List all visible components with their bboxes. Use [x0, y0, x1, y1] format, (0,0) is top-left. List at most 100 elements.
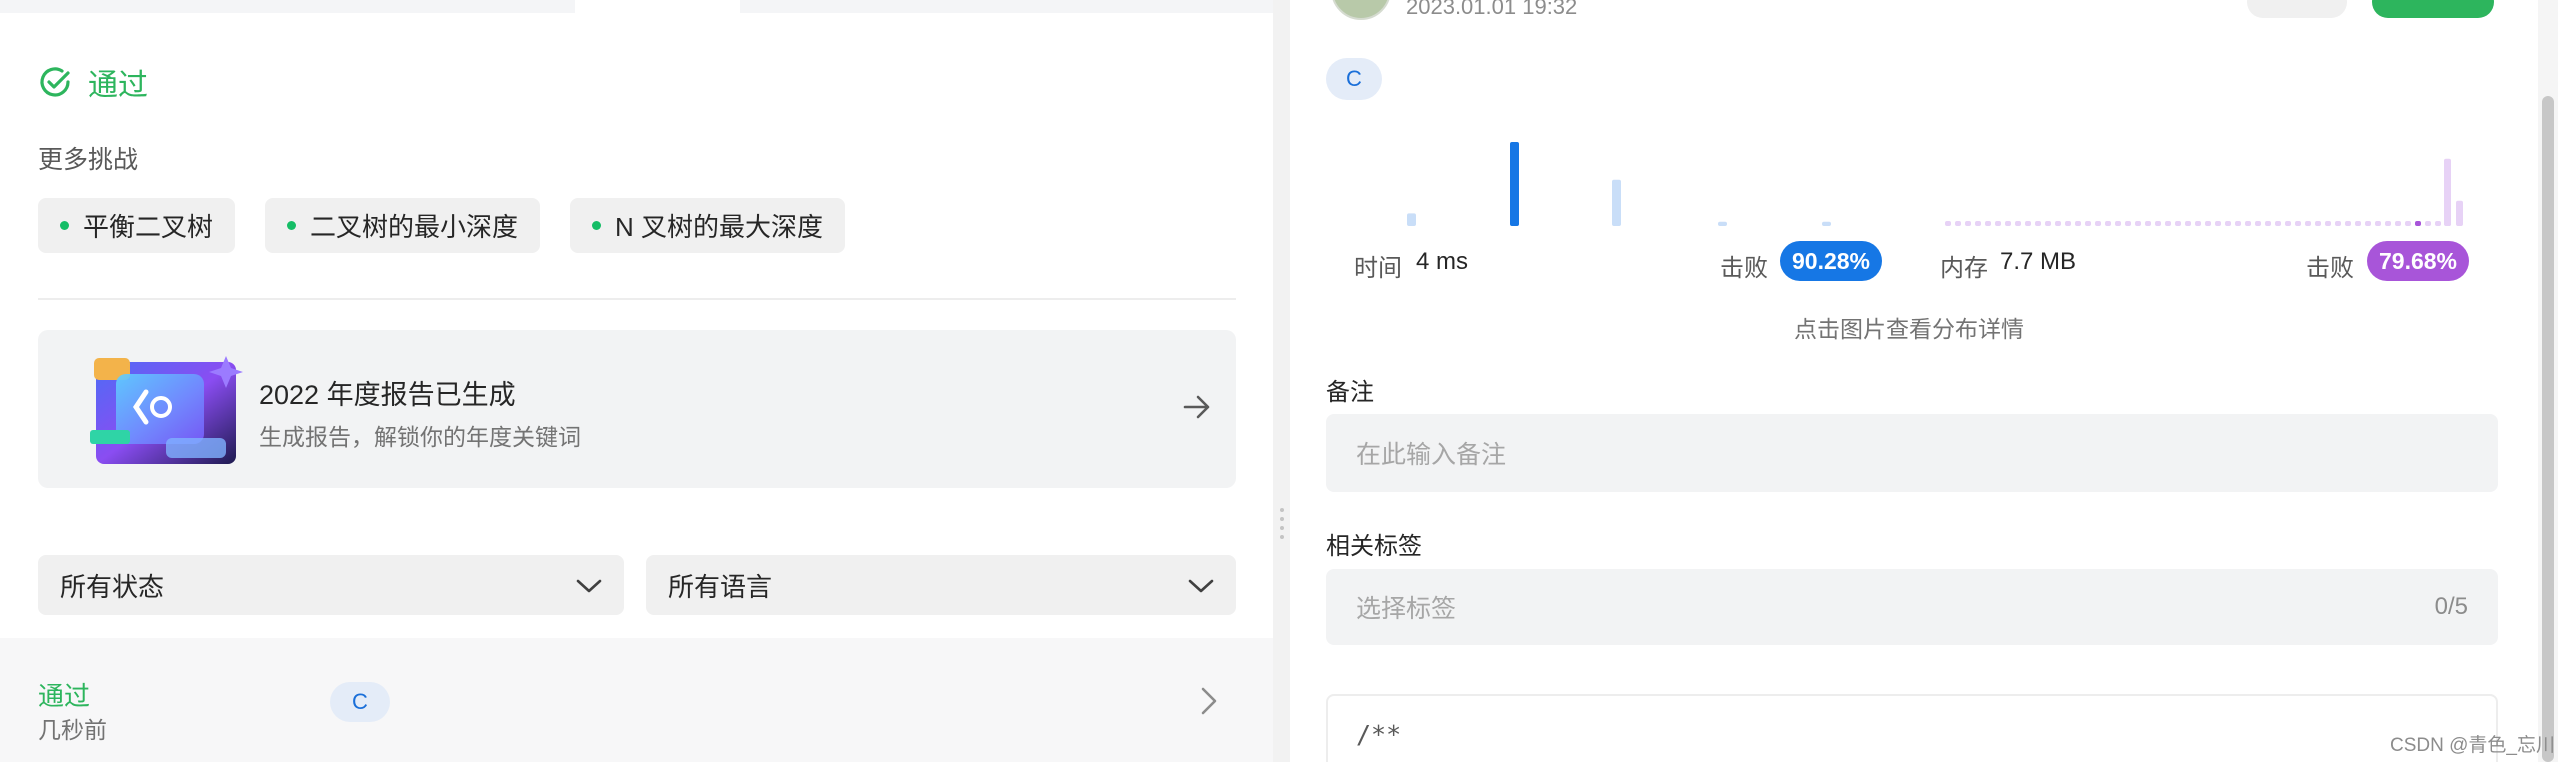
runtime-label: 时间 [1354, 255, 1402, 282]
memory-bar [2095, 221, 2101, 226]
chevron-right-icon [1200, 686, 1218, 721]
memory-bar [2175, 221, 2181, 226]
memory-bar [2375, 221, 2381, 226]
memory-beat-badge: 79.68% [2367, 241, 2469, 281]
memory-bar [2325, 221, 2331, 226]
memory-value: 7.7 MB [2000, 248, 2077, 275]
notes-label: 备注 [1326, 379, 1374, 406]
related-problem-title: N 叉树的最大深度 [615, 212, 824, 242]
runtime-value: 4 ms [1416, 248, 1469, 275]
runtime-beat-label: 击败 [1720, 255, 1768, 282]
memory-bar [2115, 221, 2121, 226]
memory-bar [2195, 221, 2201, 226]
memory-bar [2425, 221, 2431, 226]
difficulty-dot-icon [287, 221, 297, 230]
memory-bar [2265, 221, 2271, 226]
status-label: 通过 [88, 69, 148, 102]
submission-detail-panel: 2023.01.01 19:32 C 时间 4 ms 击败 90.28% 内存 … [1290, 0, 2558, 762]
report-title: 2022 年度报告已生成 [259, 380, 516, 410]
memory-bar [2285, 221, 2291, 226]
memory-bar [2125, 221, 2131, 226]
language-filter-value: 所有语言 [668, 571, 773, 602]
memory-bar [2245, 221, 2251, 226]
memory-bar [2435, 221, 2441, 226]
related-problem-chip[interactable]: 二叉树的最小深度 [265, 198, 541, 253]
watermark: CSDN @青色_忘川 [2390, 735, 2555, 756]
memory-bar [2055, 221, 2061, 226]
memory-bar [2255, 221, 2261, 226]
runtime-bar [1407, 213, 1416, 226]
memory-bar [2045, 221, 2051, 226]
runtime-beat-badge: 90.28% [1780, 241, 1882, 281]
tags-placeholder: 选择标签 [1356, 595, 1457, 623]
check-circle-icon [38, 65, 72, 99]
related-problems: 平衡二叉树 二叉树的最小深度 N 叉树的最大深度 [38, 198, 846, 253]
chart-hint: 点击图片查看分布详情 [1794, 316, 2024, 342]
scrollbar[interactable] [2538, 0, 2558, 762]
memory-bar [2105, 221, 2111, 226]
tags-label: 相关标签 [1326, 533, 1422, 560]
memory-bar [2145, 221, 2151, 226]
memory-bar [2135, 221, 2141, 226]
memory-bar [1965, 221, 1971, 226]
status-filter-select[interactable]: 所有状态 [38, 555, 624, 615]
arrow-right-icon [1182, 392, 1212, 427]
related-problem-chip[interactable]: N 叉树的最大深度 [570, 198, 846, 253]
memory-bar-current [2415, 221, 2421, 226]
memory-bar [2295, 221, 2301, 226]
runtime-bar [1822, 221, 1831, 226]
memory-label: 内存 [1940, 255, 1988, 282]
related-problem-chip[interactable]: 平衡二叉树 [38, 198, 236, 253]
memory-bar [2335, 221, 2341, 226]
memory-bar [1945, 221, 1951, 226]
panel-resizer[interactable] [1273, 0, 1290, 762]
runtime-distribution-bars [1407, 142, 1831, 226]
scrollbar-thumb[interactable] [2542, 96, 2554, 762]
memory-bar [2025, 221, 2031, 226]
memory-bar [2225, 221, 2231, 226]
runtime-bar-current [1510, 142, 1519, 226]
memory-bar [2355, 221, 2361, 226]
result-status: 通过 [38, 62, 148, 102]
notes-input[interactable]: 在此输入备注 [1326, 414, 2498, 492]
chevron-down-icon [1188, 570, 1214, 601]
memory-bar [2155, 221, 2161, 226]
memory-bar [2035, 221, 2041, 226]
submission-time: 几秒前 [38, 717, 107, 743]
memory-bar [2345, 221, 2351, 226]
memory-bar [2165, 221, 2171, 226]
runtime-bar [1718, 221, 1727, 226]
tags-select[interactable]: 选择标签 0/5 [1326, 569, 2498, 645]
related-problem-title: 平衡二叉树 [83, 212, 214, 242]
more-challenges-label: 更多挑战 [38, 146, 139, 174]
memory-bar [1975, 221, 1981, 226]
memory-bar [2305, 221, 2311, 226]
memory-bar [2395, 221, 2401, 226]
memory-bar [2075, 221, 2081, 226]
memory-bar [2235, 221, 2241, 226]
memory-distribution-dots [1945, 221, 2451, 226]
memory-bar [2385, 221, 2391, 226]
active-tab[interactable] [575, 0, 740, 13]
notes-placeholder: 在此输入备注 [1356, 441, 1507, 469]
memory-bar [2205, 221, 2211, 226]
difficulty-dot-icon [592, 221, 602, 230]
language-filter-select[interactable]: 所有语言 [646, 555, 1236, 615]
submission-language-badge: C [330, 682, 390, 722]
code-preview[interactable]: /** [1326, 694, 2498, 762]
submission-row[interactable]: 通过 几秒前 C [0, 638, 1273, 762]
submission-result-panel: 通过 更多挑战 平衡二叉树 二叉树的最小深度 N 叉树的最大深度 2022 年度… [0, 0, 1273, 762]
drag-handle-icon [1278, 506, 1286, 547]
memory-bar [2456, 200, 2463, 226]
memory-bar [2215, 221, 2221, 226]
memory-bar [2315, 221, 2321, 226]
annual-report-card[interactable]: 2022 年度报告已生成 生成报告，解锁你的年度关键词 [38, 330, 1236, 488]
memory-distribution-bars [2444, 158, 2463, 226]
memory-bar [2275, 221, 2281, 226]
memory-bar [2085, 221, 2091, 226]
report-subtitle: 生成报告，解锁你的年度关键词 [259, 424, 581, 450]
runtime-bar [1612, 179, 1621, 226]
memory-bar [2065, 221, 2071, 226]
related-problem-title: 二叉树的最小深度 [310, 212, 519, 242]
memory-bar [1995, 221, 2001, 226]
